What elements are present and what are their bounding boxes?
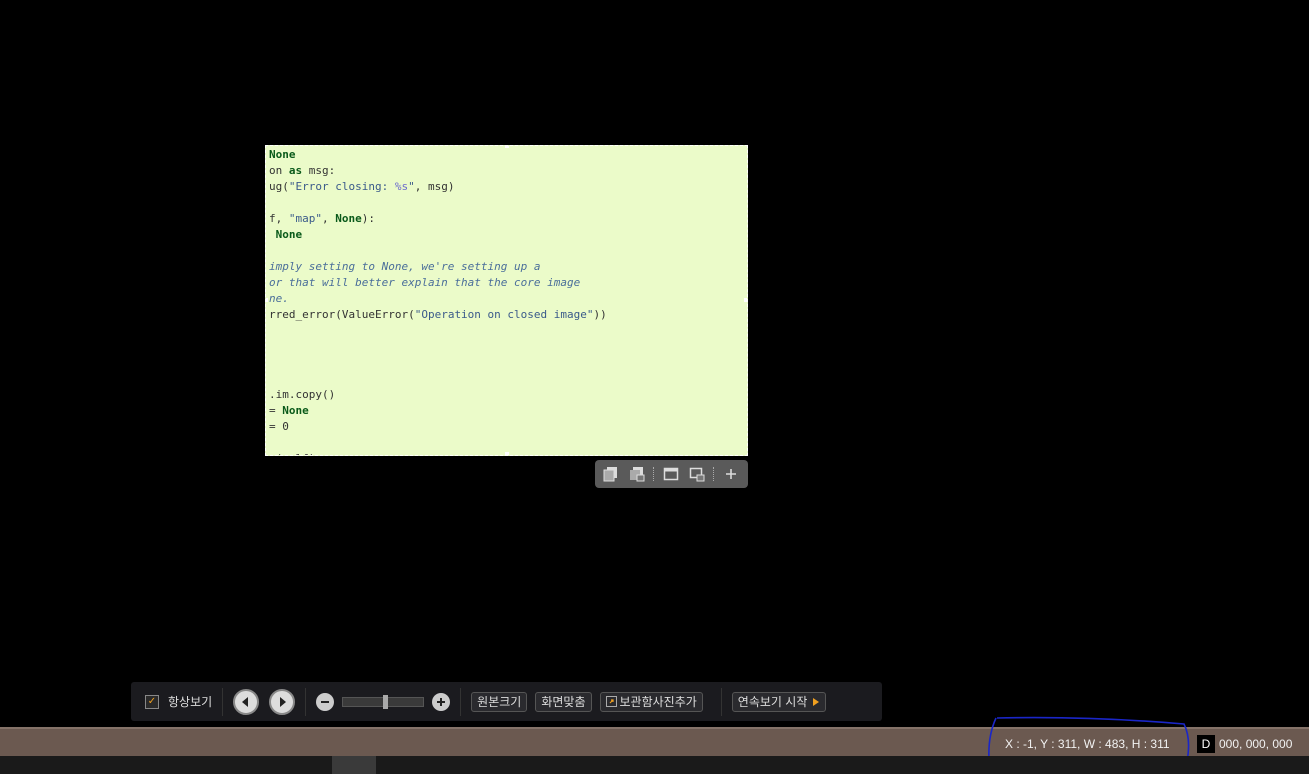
resize-handle-right[interactable]	[744, 298, 747, 302]
minus-icon	[321, 700, 330, 703]
code-token: f,	[269, 212, 289, 225]
toolbar-separator	[720, 687, 722, 716]
code-token: =	[269, 404, 283, 417]
zoom-in-button[interactable]	[432, 692, 451, 711]
code-token: ug(	[269, 180, 289, 193]
next-button[interactable]	[269, 688, 296, 715]
play-icon	[813, 697, 820, 706]
toolbar-separator	[653, 467, 655, 481]
resize-handle-bottom[interactable]	[505, 452, 509, 455]
code-line: None	[269, 227, 607, 243]
toolbar-separator	[713, 467, 715, 481]
code-line: n(self)	[269, 451, 607, 455]
status-bar: X : -1, Y : 311, W : 483, H : 311 D 000,…	[0, 727, 1309, 758]
code-token: "Operation on closed image"	[414, 308, 594, 321]
resize-handle-top[interactable]	[505, 146, 509, 148]
code-token: ))	[593, 308, 607, 321]
code-line: on as msg:	[269, 163, 607, 179]
code-token: "Error closing:	[288, 180, 395, 193]
toolbar-separator	[222, 687, 224, 716]
taskbar	[0, 756, 1309, 774]
code-line: rred_error(ValueError("Operation on clos…	[269, 307, 607, 323]
zoom-slider-thumb[interactable]	[383, 694, 389, 709]
copy-icon[interactable]	[601, 464, 621, 484]
check-icon: ✓	[147, 695, 157, 707]
capture-toolbar	[595, 460, 748, 488]
toolbar-separator	[460, 687, 462, 716]
add-photo-icon	[605, 696, 617, 707]
always-on-top-label: 항상보기	[168, 695, 213, 709]
slideshow-label: 연속보기 시작	[737, 695, 808, 709]
zoom-slider[interactable]	[342, 694, 425, 709]
code-line: ug("Error closing: %s", msg)	[269, 179, 607, 195]
toolbar-separator	[305, 687, 307, 716]
color-mode-badge[interactable]: D	[1197, 735, 1215, 753]
always-on-top-checkbox[interactable]: ✓	[145, 694, 159, 709]
plus-icon	[437, 697, 446, 706]
code-token: ):	[361, 212, 375, 225]
capture-storage-icon[interactable]	[687, 464, 707, 484]
pixel-color-value: 000, 000, 000	[1219, 737, 1293, 751]
expand-icon[interactable]	[721, 464, 741, 484]
copy-to-storage-icon[interactable]	[627, 464, 647, 484]
code-token: or that will better explain that the cor…	[269, 276, 581, 289]
arrow-left-icon	[242, 696, 249, 707]
taskbar-item[interactable]	[332, 756, 376, 774]
code-token: rred_error(ValueError(	[269, 308, 415, 321]
code-token: None	[282, 404, 309, 417]
code-token: ,	[322, 212, 336, 225]
code-line: imply setting to None, we're setting up …	[269, 259, 607, 275]
code-line: = None	[269, 403, 607, 419]
code-token: None	[269, 148, 296, 161]
code-token: , msg)	[414, 180, 455, 193]
previous-button[interactable]	[233, 688, 260, 715]
code-token: = 0	[269, 420, 289, 433]
code-token: msg:	[302, 164, 336, 177]
code-line: ne.	[269, 291, 607, 307]
captured-code: None on as msg: ug("Error closing: %s", ms…	[269, 147, 607, 455]
code-token: n(self)	[269, 452, 315, 455]
code-line: f, "map", None):	[269, 211, 607, 227]
code-token: .im.copy()	[269, 388, 336, 401]
code-token: None	[335, 212, 362, 225]
zoom-out-button[interactable]	[316, 692, 335, 711]
code-line: or that will better explain that the cor…	[269, 275, 607, 291]
slideshow-button[interactable]: 연속보기 시작	[731, 691, 827, 712]
code-token: as	[288, 164, 303, 177]
code-token: on	[269, 164, 289, 177]
fit-screen-button[interactable]: 화면맞춤	[535, 691, 592, 712]
code-token: None	[275, 228, 303, 241]
original-size-button[interactable]: 원본크기	[471, 691, 528, 712]
add-to-storage-label: 보관함사진추가	[619, 695, 697, 709]
code-line: = 0	[269, 419, 607, 435]
code-token: "map"	[288, 212, 322, 225]
code-line: None	[269, 147, 607, 163]
code-token: imply setting to None, we're setting up …	[269, 260, 541, 273]
selection-coordinates: X : -1, Y : 311, W : 483, H : 311	[1005, 737, 1170, 751]
code-token: ne.	[269, 292, 289, 305]
code-line: .im.copy()	[269, 387, 607, 403]
resize-handle-left[interactable]	[266, 298, 268, 302]
capture-region[interactable]: None on as msg: ug("Error closing: %s", ms…	[265, 145, 748, 456]
viewer-toolbar: ✓ 항상보기 원본크기 화면맞춤 보관함사진추가 연속보기 시작	[131, 682, 882, 721]
code-token: "	[408, 180, 415, 193]
capture-window-icon[interactable]	[661, 464, 681, 484]
arrow-right-icon	[280, 696, 287, 707]
add-to-storage-button[interactable]: 보관함사진추가	[599, 691, 703, 712]
code-token: %s	[394, 180, 409, 193]
